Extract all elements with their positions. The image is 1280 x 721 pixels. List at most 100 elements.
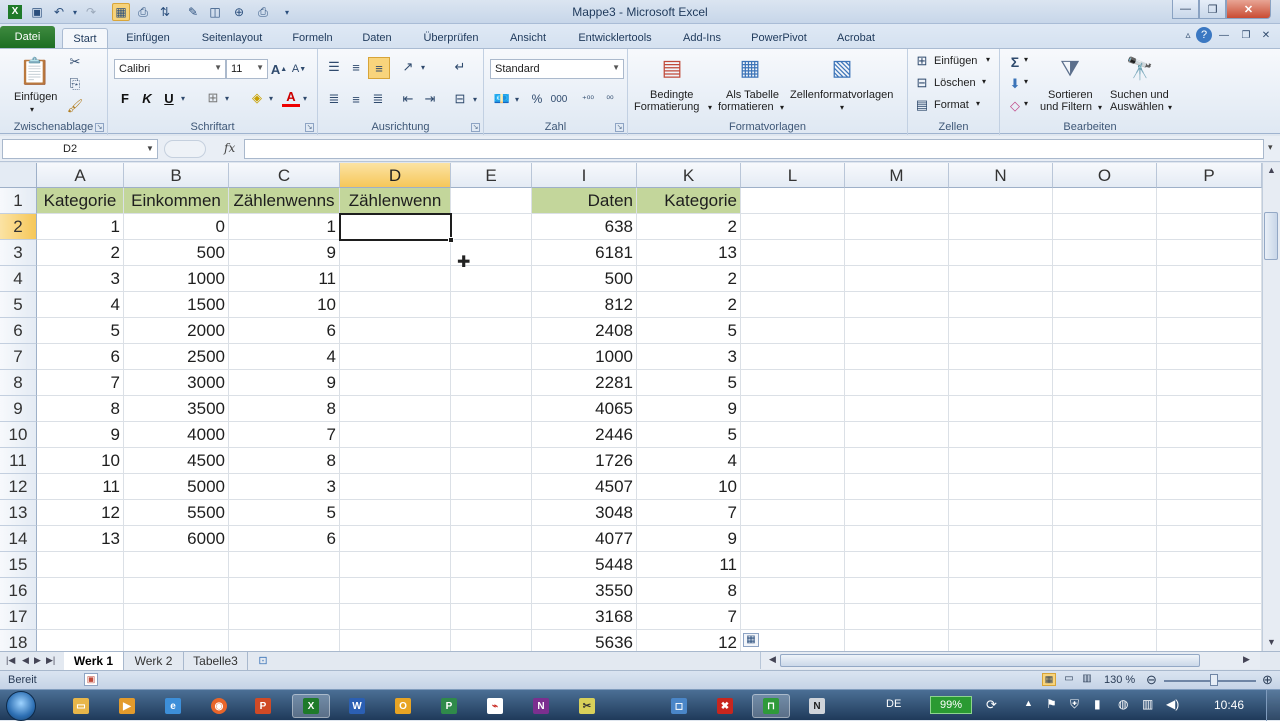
row-header-11[interactable]: 11	[0, 448, 37, 474]
cell-c6[interactable]: 6	[229, 318, 340, 344]
taskbar-clock[interactable]: 10:46	[1214, 698, 1244, 712]
tab-daten[interactable]: Daten	[355, 28, 399, 48]
cell-d5[interactable]	[340, 292, 451, 318]
taskbar-firefox-icon[interactable]: ◉	[200, 694, 238, 718]
cell-a10[interactable]: 9	[37, 422, 124, 448]
cell-b4[interactable]: 1000	[124, 266, 229, 292]
font-name-combo[interactable]: Calibri ▼	[114, 59, 226, 79]
format-cells-dropdown-icon[interactable]: ▾	[976, 99, 980, 108]
cell-k18[interactable]: 12	[637, 630, 741, 651]
cell-p8[interactable]	[1157, 370, 1262, 396]
taskbar-snipping-icon[interactable]: ✂	[568, 694, 606, 718]
scroll-down-icon[interactable]: ▼	[1267, 637, 1276, 647]
cell-p1[interactable]	[1157, 188, 1262, 214]
language-indicator[interactable]: DE	[886, 698, 901, 710]
cell-o12[interactable]	[1053, 474, 1157, 500]
cell-a15[interactable]	[37, 552, 124, 578]
cell-k2[interactable]: 2	[637, 214, 741, 240]
cell-c5[interactable]: 10	[229, 292, 340, 318]
cell-i16[interactable]: 3550	[532, 578, 637, 604]
cell-d16[interactable]	[340, 578, 451, 604]
cell-e6[interactable]	[451, 318, 532, 344]
column-header-n[interactable]: N	[949, 163, 1053, 188]
cell-o2[interactable]	[1053, 214, 1157, 240]
thousands-button[interactable]: 000	[548, 89, 570, 109]
cell-d8[interactable]	[340, 370, 451, 396]
cell-i10[interactable]: 2446	[532, 422, 637, 448]
close-icon[interactable]: ✕	[1226, 0, 1271, 19]
cell-i6[interactable]: 2408	[532, 318, 637, 344]
cell-n18[interactable]	[949, 630, 1053, 651]
scroll-left-icon[interactable]: ◀	[769, 654, 776, 665]
cell-a4[interactable]: 3	[37, 266, 124, 292]
row-header-9[interactable]: 9	[0, 396, 37, 422]
zoom-out-icon[interactable]: ⊖	[1146, 672, 1157, 688]
cell-i9[interactable]: 4065	[532, 396, 637, 422]
cell-o4[interactable]	[1053, 266, 1157, 292]
cell-n8[interactable]	[949, 370, 1053, 396]
row-header-14[interactable]: 14	[0, 526, 37, 552]
cell-d17[interactable]	[340, 604, 451, 630]
cell-p16[interactable]	[1157, 578, 1262, 604]
cell-l15[interactable]	[741, 552, 845, 578]
row-header-4[interactable]: 4	[0, 266, 37, 292]
column-header-e[interactable]: E	[451, 163, 532, 188]
delete-cells-icon[interactable]: ⊟	[914, 75, 930, 91]
cell-n13[interactable]	[949, 500, 1053, 526]
cell-k14[interactable]: 9	[637, 526, 741, 552]
cell-m2[interactable]	[845, 214, 949, 240]
row-header-17[interactable]: 17	[0, 604, 37, 630]
autofill-options-icon[interactable]: ▦	[743, 633, 759, 647]
cell-b12[interactable]: 5000	[124, 474, 229, 500]
sheet-tab-werk-2[interactable]: Werk 2	[124, 652, 184, 670]
normal-view-icon[interactable]: ▦	[1042, 673, 1056, 686]
cell-c9[interactable]: 8	[229, 396, 340, 422]
cell-k6[interactable]: 5	[637, 318, 741, 344]
cell-c12[interactable]: 3	[229, 474, 340, 500]
tray-battery-icon[interactable]: ▮	[1094, 697, 1101, 711]
tab-powerpivot[interactable]: PowerPivot	[744, 28, 814, 48]
column-header-l[interactable]: L	[741, 163, 845, 188]
cell-l2[interactable]	[741, 214, 845, 240]
cell-n5[interactable]	[949, 292, 1053, 318]
cell-n16[interactable]	[949, 578, 1053, 604]
cell-p4[interactable]	[1157, 266, 1262, 292]
cell-b2[interactable]: 0	[124, 214, 229, 240]
sort-filter-icon[interactable]: ⧩	[1054, 53, 1086, 85]
align-center-icon[interactable]: ≡	[346, 89, 366, 109]
cell-d18[interactable]	[340, 630, 451, 651]
cell-a9[interactable]: 8	[37, 396, 124, 422]
cell-c1[interactable]: Zählenwenns	[229, 188, 340, 214]
cell-b1[interactable]: Einkommen	[124, 188, 229, 214]
row-header-7[interactable]: 7	[0, 344, 37, 370]
borders-icon[interactable]: ⊞	[204, 89, 222, 107]
cell-m1[interactable]	[845, 188, 949, 214]
cell-styles-icon[interactable]: ▧	[826, 53, 858, 83]
fill-dropdown-icon[interactable]: ▾	[1024, 77, 1028, 86]
cell-p13[interactable]	[1157, 500, 1262, 526]
cell-m5[interactable]	[845, 292, 949, 318]
minimize-ribbon-icon[interactable]: ▵	[1180, 27, 1196, 43]
cell-o3[interactable]	[1053, 240, 1157, 266]
cell-i2[interactable]: 638	[532, 214, 637, 240]
row-header-6[interactable]: 6	[0, 318, 37, 344]
cell-i14[interactable]: 4077	[532, 526, 637, 552]
cell-c11[interactable]: 8	[229, 448, 340, 474]
conditional-formatting-dropdown-icon[interactable]: ▾	[708, 103, 712, 112]
paste-icon[interactable]: 📋	[18, 53, 52, 89]
cell-e16[interactable]	[451, 578, 532, 604]
cell-n7[interactable]	[949, 344, 1053, 370]
cell-p3[interactable]	[1157, 240, 1262, 266]
insert-cells-button[interactable]: Einfügen	[934, 55, 977, 67]
cell-k3[interactable]: 13	[637, 240, 741, 266]
start-button-icon[interactable]	[6, 691, 36, 721]
clear-icon[interactable]: ◇	[1006, 97, 1024, 115]
cell-a11[interactable]: 10	[37, 448, 124, 474]
cell-d11[interactable]	[340, 448, 451, 474]
italic-button[interactable]: K	[138, 89, 156, 107]
sort-filter-label-2[interactable]: und Filtern	[1040, 101, 1092, 113]
paste-dropdown-icon[interactable]: ▾	[30, 105, 34, 114]
cell-b14[interactable]: 6000	[124, 526, 229, 552]
row-header-1[interactable]: 1	[0, 188, 37, 214]
cell-n10[interactable]	[949, 422, 1053, 448]
